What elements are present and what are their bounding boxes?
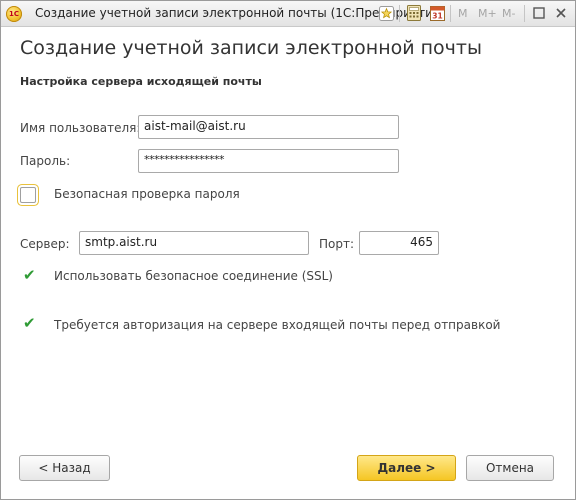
close-icon[interactable] [553,5,569,21]
server-label: Сервер: [20,237,70,251]
memory-minus-button[interactable]: M- [502,7,515,20]
back-button[interactable]: < Назад [19,455,110,481]
title-bar: 1С Создание учетной записи электронной п… [1,1,575,27]
checkmark-icon: ✔ [23,266,36,284]
password-label: Пароль: [20,154,71,168]
username-field[interactable]: aist-mail@aist.ru [138,115,399,139]
username-label: Имя пользователя: [20,121,141,135]
password-field[interactable]: **************** [138,149,399,173]
calendar-icon[interactable]: 31 [429,5,445,21]
secure-auth-checkbox[interactable] [20,187,36,203]
ssl-label: Использовать безопасное соединение (SSL) [54,269,333,283]
next-button[interactable]: Далее > [357,455,456,481]
cancel-button[interactable]: Отмена [466,455,554,481]
memory-button[interactable]: M [458,7,468,20]
maximize-icon[interactable] [531,5,547,21]
favorites-icon[interactable] [378,5,394,21]
server-field[interactable]: smtp.aist.ru [79,231,309,255]
calculator-icon[interactable] [406,5,422,21]
port-label: Порт: [319,237,355,251]
ssl-checkbox[interactable]: ✔ [20,266,36,285]
checkmark-icon: ✔ [23,314,36,332]
memory-plus-button[interactable]: M+ [478,7,497,20]
auth-before-send-checkbox[interactable]: ✔ [20,314,36,333]
svg-text:31: 31 [432,12,442,21]
app-logo-icon: 1С [6,6,22,22]
port-field[interactable]: 465 [359,231,439,255]
section-title: Настройка сервера исходящей почты [20,75,262,88]
page-title: Создание учетной записи электронной почт… [20,37,482,59]
auth-before-send-label: Требуется авторизация на сервере входяще… [54,318,501,332]
secure-auth-label: Безопасная проверка пароля [54,187,240,201]
dialog-window: 1С Создание учетной записи электронной п… [0,0,576,500]
